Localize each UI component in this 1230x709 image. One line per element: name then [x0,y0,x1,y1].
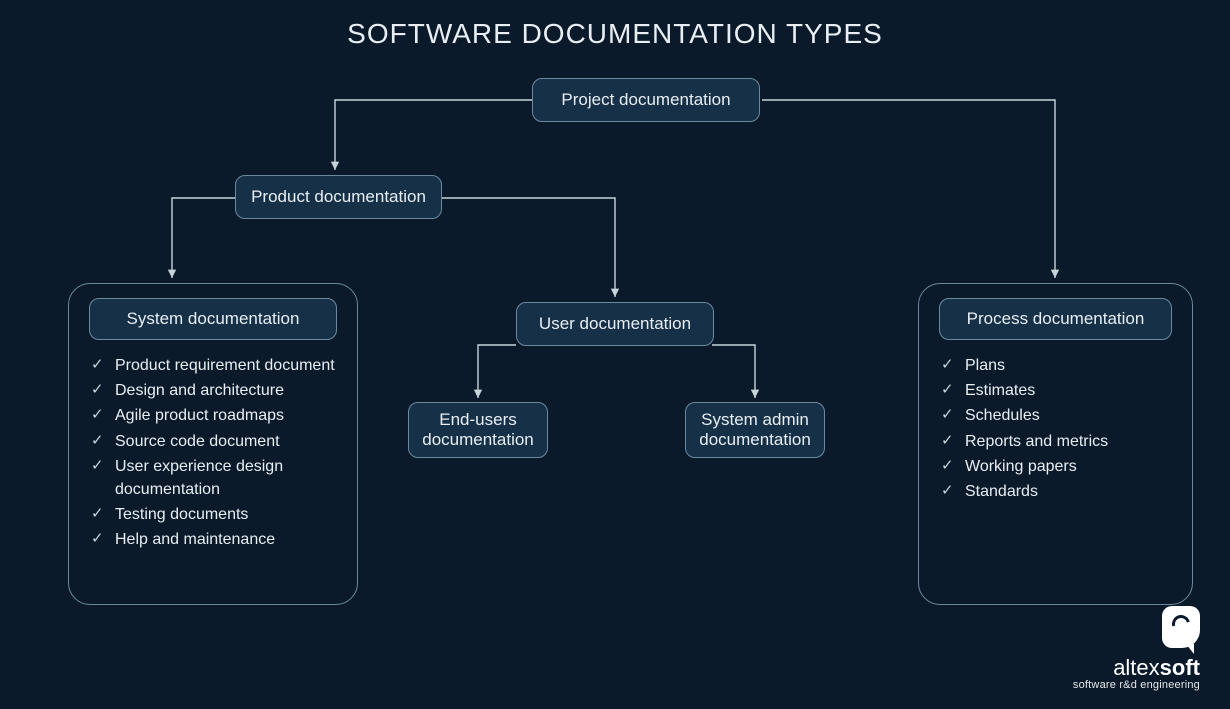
logo-text-b: soft [1160,655,1200,680]
logo-text: altexsoft [1073,657,1200,679]
list-item: Estimates [939,379,1172,402]
logo-text-a: altex [1113,655,1159,680]
panel-title-system: System documentation [89,298,337,340]
node-label: Product documentation [251,187,426,207]
node-end-users-documentation: End-users documentation [408,402,548,458]
list-item: Testing documents [89,503,337,526]
node-user-documentation: User documentation [516,302,714,346]
list-item: Agile product roadmaps [89,404,337,427]
list-item: Source code document [89,430,337,453]
list-item: Design and architecture [89,379,337,402]
list-item: User experience design documentation [89,455,337,501]
list-process-items: Plans Estimates Schedules Reports and me… [939,354,1172,503]
node-label: Project documentation [561,90,730,110]
list-system-items: Product requirement document Design and … [89,354,337,552]
diagram-title: SOFTWARE DOCUMENTATION TYPES [0,0,1230,50]
node-label: User documentation [539,314,691,334]
panel-process-documentation: Process documentation Plans Estimates Sc… [918,283,1193,605]
panel-system-documentation: System documentation Product requirement… [68,283,358,605]
panel-title-process: Process documentation [939,298,1172,340]
logo-tagline: software r&d engineering [1073,679,1200,691]
list-item: Help and maintenance [89,528,337,551]
node-project-documentation: Project documentation [532,78,760,122]
node-system-admin-documentation: System admin documentation [685,402,825,458]
list-item: Product requirement document [89,354,337,377]
node-product-documentation: Product documentation [235,175,442,219]
brand-logo: altexsoft software r&d engineering [1073,606,1200,691]
node-label: System admin documentation [699,410,811,450]
list-item: Plans [939,354,1172,377]
list-item: Working papers [939,455,1172,478]
list-item: Schedules [939,404,1172,427]
list-item: Standards [939,480,1172,503]
list-item: Reports and metrics [939,430,1172,453]
logo-icon [1162,606,1200,648]
node-label: End-users documentation [422,410,534,450]
